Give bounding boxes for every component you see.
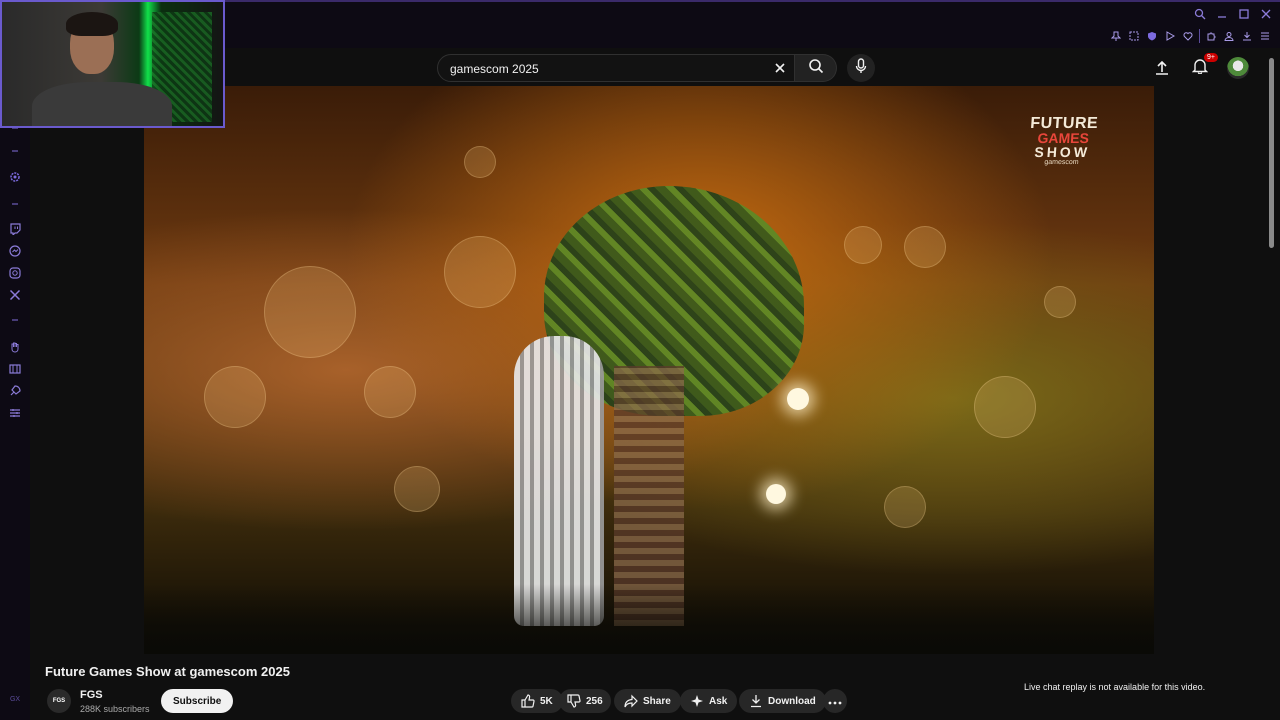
ask-button[interactable]: Ask — [680, 689, 738, 713]
bokeh-light — [464, 146, 496, 178]
live-chat-message: Live chat replay is not available for th… — [1024, 682, 1206, 692]
like-count: 5K — [540, 695, 553, 707]
download-icon — [749, 694, 763, 708]
video-player[interactable]: FUTURE GAMES SHOW gamescom — [144, 86, 1154, 654]
logo-line-games: GAMES — [1036, 130, 1090, 146]
more-icon — [828, 692, 842, 710]
notifications-button[interactable]: 9+ — [1188, 53, 1218, 80]
sidebar-tick-icon[interactable] — [8, 197, 22, 211]
channel-avatar[interactable]: FGS — [47, 689, 71, 713]
search-icon — [808, 58, 824, 79]
notification-badge: 9+ — [1204, 53, 1218, 62]
webcam-overlay — [0, 0, 225, 128]
instagram-icon[interactable] — [8, 266, 22, 280]
bokeh-light — [204, 366, 266, 428]
streamer-hair — [66, 12, 118, 36]
bokeh-light — [844, 226, 882, 264]
account-avatar[interactable] — [1226, 56, 1250, 80]
messenger-icon[interactable] — [8, 244, 22, 258]
bokeh-light — [904, 226, 946, 268]
game-icon[interactable] — [8, 362, 22, 376]
page-scrollbar[interactable] — [1269, 58, 1274, 248]
microphone-icon — [855, 57, 867, 79]
controls-icon[interactable] — [8, 406, 22, 420]
settings-icon[interactable] — [8, 170, 22, 184]
heart-icon[interactable] — [1181, 29, 1195, 43]
logo-line-gamescom: gamescom — [1044, 159, 1079, 166]
search-input[interactable] — [448, 59, 752, 79]
menu-icon[interactable] — [1258, 29, 1272, 43]
bokeh-light — [444, 236, 516, 308]
download-label: Download — [768, 695, 816, 707]
light-orb — [766, 484, 786, 504]
twitch-icon[interactable] — [8, 222, 22, 236]
gx-label[interactable]: GX — [8, 692, 22, 706]
clear-search-icon[interactable] — [772, 60, 788, 76]
player-icon[interactable] — [1163, 29, 1177, 43]
dislike-count: 256 — [586, 695, 603, 707]
extensions-icon[interactable] — [1204, 29, 1218, 43]
video-title: Future Games Show at gamescom 2025 — [45, 664, 290, 679]
thumbs-down-icon — [567, 694, 581, 708]
bokeh-light — [974, 376, 1036, 438]
sparkle-icon — [690, 694, 704, 708]
channel-name[interactable]: FGS — [80, 689, 103, 701]
close-window-icon[interactable] — [1258, 6, 1274, 22]
bokeh-light — [1044, 286, 1076, 318]
minimize-icon[interactable] — [1214, 6, 1230, 22]
share-label: Share — [643, 695, 671, 707]
snapshot-icon[interactable] — [1127, 29, 1141, 43]
bokeh-light — [394, 466, 440, 512]
search-button[interactable] — [795, 54, 837, 82]
upload-icon[interactable] — [1150, 56, 1174, 80]
logo-line-future: FUTURE — [1029, 115, 1099, 132]
bokeh-light — [364, 366, 416, 418]
search-box[interactable] — [437, 54, 795, 82]
rocket-icon[interactable] — [8, 384, 22, 398]
extensions-tray — [1109, 29, 1272, 43]
pin-icon[interactable] — [1109, 29, 1123, 43]
light-orb — [787, 388, 809, 410]
future-games-show-logo: FUTURE GAMES SHOW gamescom — [1016, 115, 1109, 166]
x-twitter-icon[interactable] — [8, 288, 22, 302]
tray-separator — [1199, 29, 1200, 43]
share-icon — [624, 694, 638, 708]
download-button[interactable]: Download — [739, 689, 826, 713]
profile-icon[interactable] — [1222, 29, 1236, 43]
bokeh-light — [884, 486, 926, 528]
maximize-icon[interactable] — [1236, 6, 1252, 22]
thumbs-up-icon — [521, 694, 535, 708]
streamer-body — [32, 82, 172, 126]
more-actions-button[interactable] — [823, 689, 847, 713]
character-figure — [514, 336, 604, 626]
download-tray-icon[interactable] — [1240, 29, 1254, 43]
window-controls — [1192, 6, 1274, 22]
avatar — [1227, 57, 1249, 79]
logo-line-show: SHOW — [1033, 144, 1091, 160]
shield-icon[interactable] — [1145, 29, 1159, 43]
ground-shadow — [144, 584, 1154, 654]
sidebar-tick-icon[interactable] — [8, 313, 22, 327]
sidebar-tick-icon[interactable] — [8, 144, 22, 158]
like-button[interactable]: 5K — [511, 689, 563, 713]
dislike-button[interactable]: 256 — [559, 689, 611, 713]
masthead-actions: 9+ — [1150, 53, 1250, 80]
voice-search-button[interactable] — [847, 54, 875, 82]
subscribe-button[interactable]: Subscribe — [161, 689, 234, 713]
hand-icon[interactable] — [8, 340, 22, 354]
ask-label: Ask — [709, 695, 728, 707]
subscriber-count: 288K subscribers — [80, 704, 150, 714]
search-tabs-icon[interactable] — [1192, 6, 1208, 22]
share-button[interactable]: Share — [614, 689, 681, 713]
bokeh-light — [264, 266, 356, 358]
